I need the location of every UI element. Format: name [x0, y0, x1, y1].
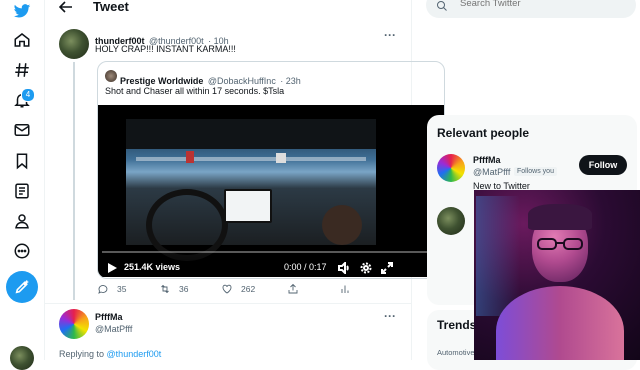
trend-category: Automotive	[437, 348, 475, 357]
relevant-person-2-avatar[interactable]	[437, 207, 465, 235]
twitter-logo-icon[interactable]	[11, 0, 33, 22]
compose-tweet-button[interactable]	[6, 271, 38, 303]
retweet-count: 36	[179, 284, 189, 294]
follow-button[interactable]: Follow	[579, 155, 627, 175]
follows-you-badge: Follows you	[514, 167, 557, 176]
like-count: 262	[241, 284, 256, 294]
replying-to-link[interactable]: @thunderf00t	[107, 349, 162, 359]
play-icon[interactable]	[106, 261, 118, 273]
main-column: Tweet thunderf00t @thunderf00t · 10h ···…	[44, 0, 445, 360]
quoted-tweet[interactable]: Prestige Worldwide @DobackHuffInc · 23h …	[97, 61, 445, 279]
video-progress-bar[interactable]	[102, 251, 440, 253]
volume-icon[interactable]	[338, 260, 350, 276]
quoted-author-handle: @DobackHuffInc	[207, 76, 276, 86]
reply-more-icon[interactable]: ···	[384, 309, 396, 323]
quoted-text: Shot and Chaser all within 17 seconds. $…	[105, 86, 285, 96]
lists-icon[interactable]	[11, 180, 33, 202]
account-avatar[interactable]	[10, 346, 34, 370]
relevant-person-name[interactable]: PfffMa	[473, 155, 501, 165]
relevant-person-handle[interactable]: @MatPfff	[473, 167, 510, 177]
share-action[interactable]	[287, 283, 299, 295]
tweet-text: HOLY CRAP!!! INSTANT KARMA!!!	[95, 44, 236, 54]
bookmarks-icon[interactable]	[11, 150, 33, 172]
replying-to-prefix: Replying to	[59, 349, 105, 359]
retweet-icon	[161, 284, 169, 294]
replying-to-line: Replying to @thunderf00t	[59, 349, 161, 359]
analytics-action[interactable]	[339, 283, 351, 295]
page-title: Tweet	[93, 0, 129, 14]
heart-icon	[222, 284, 232, 294]
video-player[interactable]: 251.4K views 0:00 / 0:17	[98, 105, 444, 277]
quoted-time: · 23h	[280, 76, 301, 86]
messages-icon[interactable]	[11, 119, 33, 141]
tweet-actions: 35 36 262	[97, 283, 407, 297]
share-icon	[288, 283, 298, 294]
car-touchscreen	[224, 189, 272, 223]
left-nav: 4	[0, 0, 44, 370]
quoted-author-avatar	[105, 70, 117, 82]
notifications-badge: 4	[21, 88, 35, 102]
compose-tweet-icon	[15, 280, 29, 294]
profile-icon[interactable]	[11, 210, 33, 232]
fullscreen-icon[interactable]	[381, 261, 393, 274]
thread-line	[73, 62, 75, 300]
reply-icon	[98, 285, 108, 294]
relevant-person-avatar[interactable]	[437, 154, 465, 182]
search-box[interactable]	[426, 0, 636, 18]
trends-title: Trends	[437, 318, 477, 332]
back-arrow-icon[interactable]	[58, 0, 73, 13]
more-icon[interactable]	[11, 240, 33, 262]
video-frame	[126, 119, 376, 261]
divider	[45, 303, 411, 304]
webcam-overlay	[474, 190, 640, 360]
video-views: 251.4K views	[124, 262, 181, 272]
quoted-author-name: Prestige Worldwide	[120, 76, 204, 86]
glasses-icon	[537, 238, 583, 250]
retweet-action[interactable]: 36	[159, 283, 188, 295]
relevant-people-title: Relevant people	[437, 126, 530, 140]
search-input[interactable]	[460, 0, 620, 9]
tweet-more-icon[interactable]: ···	[384, 28, 396, 42]
explore-icon[interactable]	[11, 59, 33, 81]
reply-count: 35	[117, 284, 127, 294]
reply-action[interactable]: 35	[97, 283, 126, 295]
video-controls: 251.4K views 0:00 / 0:17	[98, 249, 444, 277]
analytics-icon	[341, 285, 349, 293]
video-time: 0:00 / 0:17	[284, 262, 327, 272]
like-action[interactable]: 262	[221, 283, 255, 295]
reply-author-avatar[interactable]	[59, 309, 89, 339]
home-icon[interactable]	[11, 29, 33, 51]
settings-gear-icon[interactable]	[360, 261, 372, 274]
tweet-author-avatar[interactable]	[59, 29, 89, 59]
reply-author-handle[interactable]: @MatPfff	[95, 324, 132, 334]
reply-author-name[interactable]: PfffMa	[95, 312, 123, 322]
search-icon	[437, 1, 447, 11]
